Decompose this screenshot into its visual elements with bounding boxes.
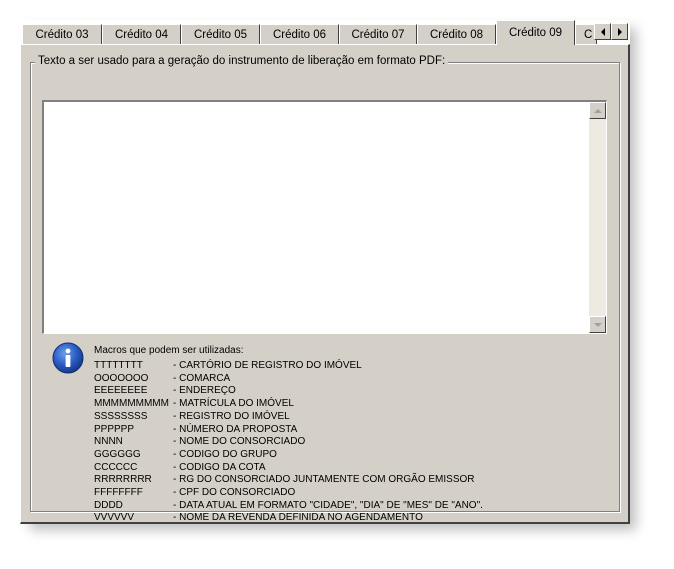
pdf-text-textarea[interactable] [42,100,607,334]
tab-credito-08[interactable]: Crédito 08 [417,24,496,44]
macro-code: GGGGGG [94,448,141,460]
macro-code: PPPPPP [94,423,135,435]
tab-label: Crédito 06 [272,28,327,41]
macro-code: NNNN [94,436,123,448]
macro-code: TTTTTTTT [94,360,143,371]
arrow-up-icon [593,108,602,113]
vertical-scrollbar[interactable] [589,102,606,333]
macro-description: - NOME DA REVENDA DEFINIDA NO AGENDAMENT… [173,512,423,524]
tab-credito-06[interactable]: Crédito 06 [260,24,339,44]
triangle-right-icon [617,27,622,36]
tab-label: Crédito 07 [351,28,405,41]
tab-scroll-right-button[interactable] [611,23,628,40]
scroll-up-button[interactable] [589,102,606,119]
tab-label: Crédito 09 [508,27,563,39]
tab-panel: Texto a ser usado para a geração do inst… [20,44,630,524]
macro-description: - CODIGO DA COTA [173,461,266,473]
tab-label: Crédito 03 [35,28,89,41]
tab-credito-05[interactable]: Crédito 05 [181,24,260,44]
tab-credito-09[interactable]: Crédito 09 [496,20,575,45]
macro-code: FFFFFFFF [94,487,143,498]
macros-title: Macros que podem ser utilizadas: [94,345,244,356]
macro-code: CCCCCC [94,461,138,473]
macro-description: - CODIGO DO GRUPO [173,448,277,460]
tab-label: Crédito 04 [114,28,169,41]
macro-description: - CPF DO CONSORCIADO [173,487,296,498]
macro-description: - MATRÍCULA DO IMÓVEL [173,398,294,410]
scroll-down-button[interactable] [589,316,606,333]
macro-code: OOOOOOO [94,372,149,384]
info-icon [52,342,84,374]
macro-description: - DATA ATUAL EM FORMATO "CIDADE", "DIA" … [173,499,483,511]
tab-label: Crédito 08 [429,28,484,41]
macro-description: - NOME DO CONSORCIADO [173,436,306,448]
tab-label: Crédito 05 [193,28,248,41]
macro-description: - RG DO CONSORCIADO JUNTAMENTE COM ORGÃO… [173,474,475,486]
arrow-down-icon [593,322,602,327]
macro-code: EEEEEEEE [94,385,148,397]
group-legend: Texto a ser usado para a geração do inst… [35,55,449,67]
tab-credito-07[interactable]: Crédito 07 [339,24,417,44]
tab-credito-03[interactable]: Crédito 03 [22,24,102,44]
dialog-window: Crédito 03 Crédito 04 Crédito 05 Crédito… [20,20,630,524]
macro-description: - NÚMERO DA PROPOSTA [173,423,298,435]
macro-description: - COMARCA [173,372,231,384]
macro-code: VVVVVV [94,512,135,524]
macro-code: SSSSSSSS [94,410,148,422]
macro-code: MMMMMMMMM [94,398,169,410]
triangle-left-icon [600,27,605,36]
macro-description: - ENDEREÇO [173,385,236,397]
macro-description: - REGISTRO DO IMÓVEL [173,410,290,422]
macro-code: RRRRRRRR [94,474,152,486]
tab-credito-04[interactable]: Crédito 04 [102,24,181,44]
tab-label: C [584,28,593,41]
tab-strip: Crédito 03 Crédito 04 Crédito 05 Crédito… [20,20,630,45]
macro-code: DDDD [94,499,123,511]
tab-scroll-left-button[interactable] [594,23,611,40]
macro-description: - CARTÓRIO DE REGISTRO DO IMÓVEL [173,360,362,371]
